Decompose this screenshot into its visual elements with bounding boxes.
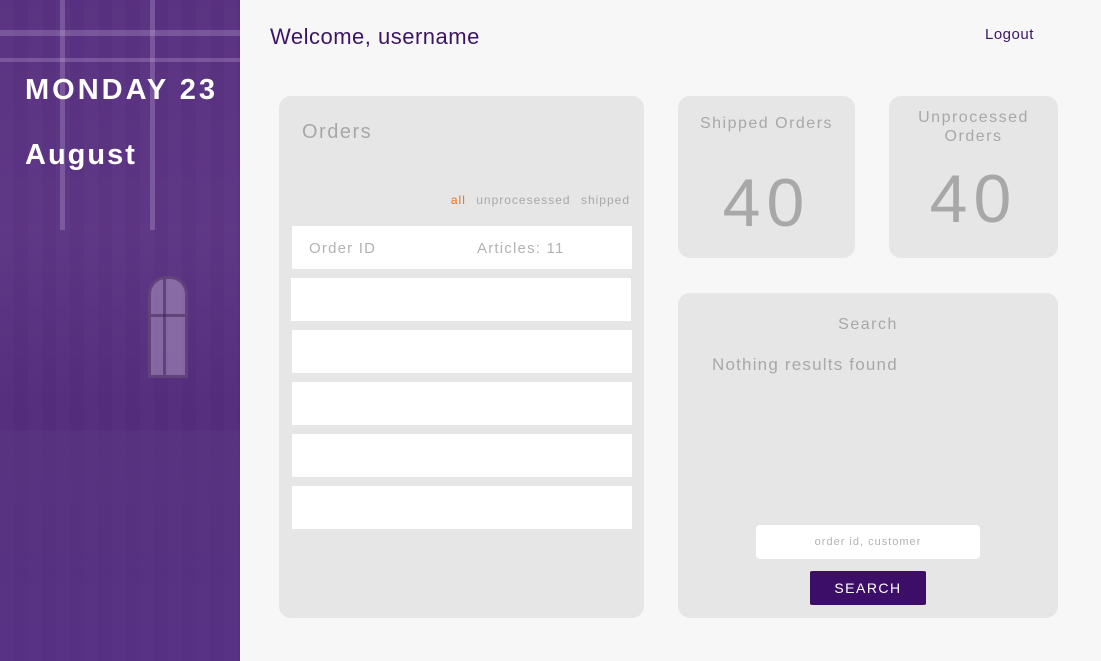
orders-panel: Orders all unprocesessed shipped Order I…: [279, 96, 644, 618]
welcome-message: Welcome, username: [270, 24, 480, 49]
background-beam: [0, 58, 240, 62]
search-button[interactable]: SEARCH: [810, 571, 926, 605]
sidebar: MONDAY 23 August: [0, 0, 240, 661]
unprocessed-orders-title: Unprocessed Orders: [918, 109, 1029, 145]
order-row[interactable]: Order ID Articles: 11: [292, 226, 632, 269]
background-beam: [150, 0, 155, 230]
filter-shipped[interactable]: shipped: [581, 193, 630, 207]
unprocessed-orders-card: Unprocessed Orders 40: [889, 96, 1058, 258]
order-row[interactable]: [292, 486, 632, 529]
search-title: Search: [838, 316, 898, 333]
background-floor: [0, 430, 240, 661]
date-day: MONDAY 23: [25, 74, 219, 106]
search-input[interactable]: [756, 525, 980, 559]
filter-all[interactable]: all: [451, 193, 466, 207]
logout-button[interactable]: Logout: [985, 26, 1034, 43]
date-month: August: [25, 139, 137, 171]
background-beam: [0, 30, 240, 36]
orders-title: Orders: [302, 121, 373, 143]
order-row[interactable]: [292, 434, 632, 477]
search-result-text: Nothing results found: [712, 355, 898, 374]
order-filters: all unprocesessed shipped: [445, 193, 630, 207]
search-panel: Search Nothing results found SEARCH: [678, 293, 1058, 618]
unprocessed-orders-count: 40: [929, 161, 1018, 237]
background-beam: [60, 0, 65, 230]
background-window: [148, 276, 188, 378]
order-articles: Articles: 11: [477, 240, 565, 257]
filter-unprocessed[interactable]: unprocesessed: [476, 193, 570, 207]
order-row[interactable]: [291, 278, 631, 321]
order-row[interactable]: [292, 382, 632, 425]
order-id: Order ID: [309, 240, 377, 257]
shipped-orders-title: Shipped Orders: [699, 115, 834, 132]
order-row[interactable]: [292, 330, 632, 373]
shipped-orders-count: 40: [722, 165, 811, 241]
shipped-orders-card: Shipped Orders 40: [678, 96, 855, 258]
